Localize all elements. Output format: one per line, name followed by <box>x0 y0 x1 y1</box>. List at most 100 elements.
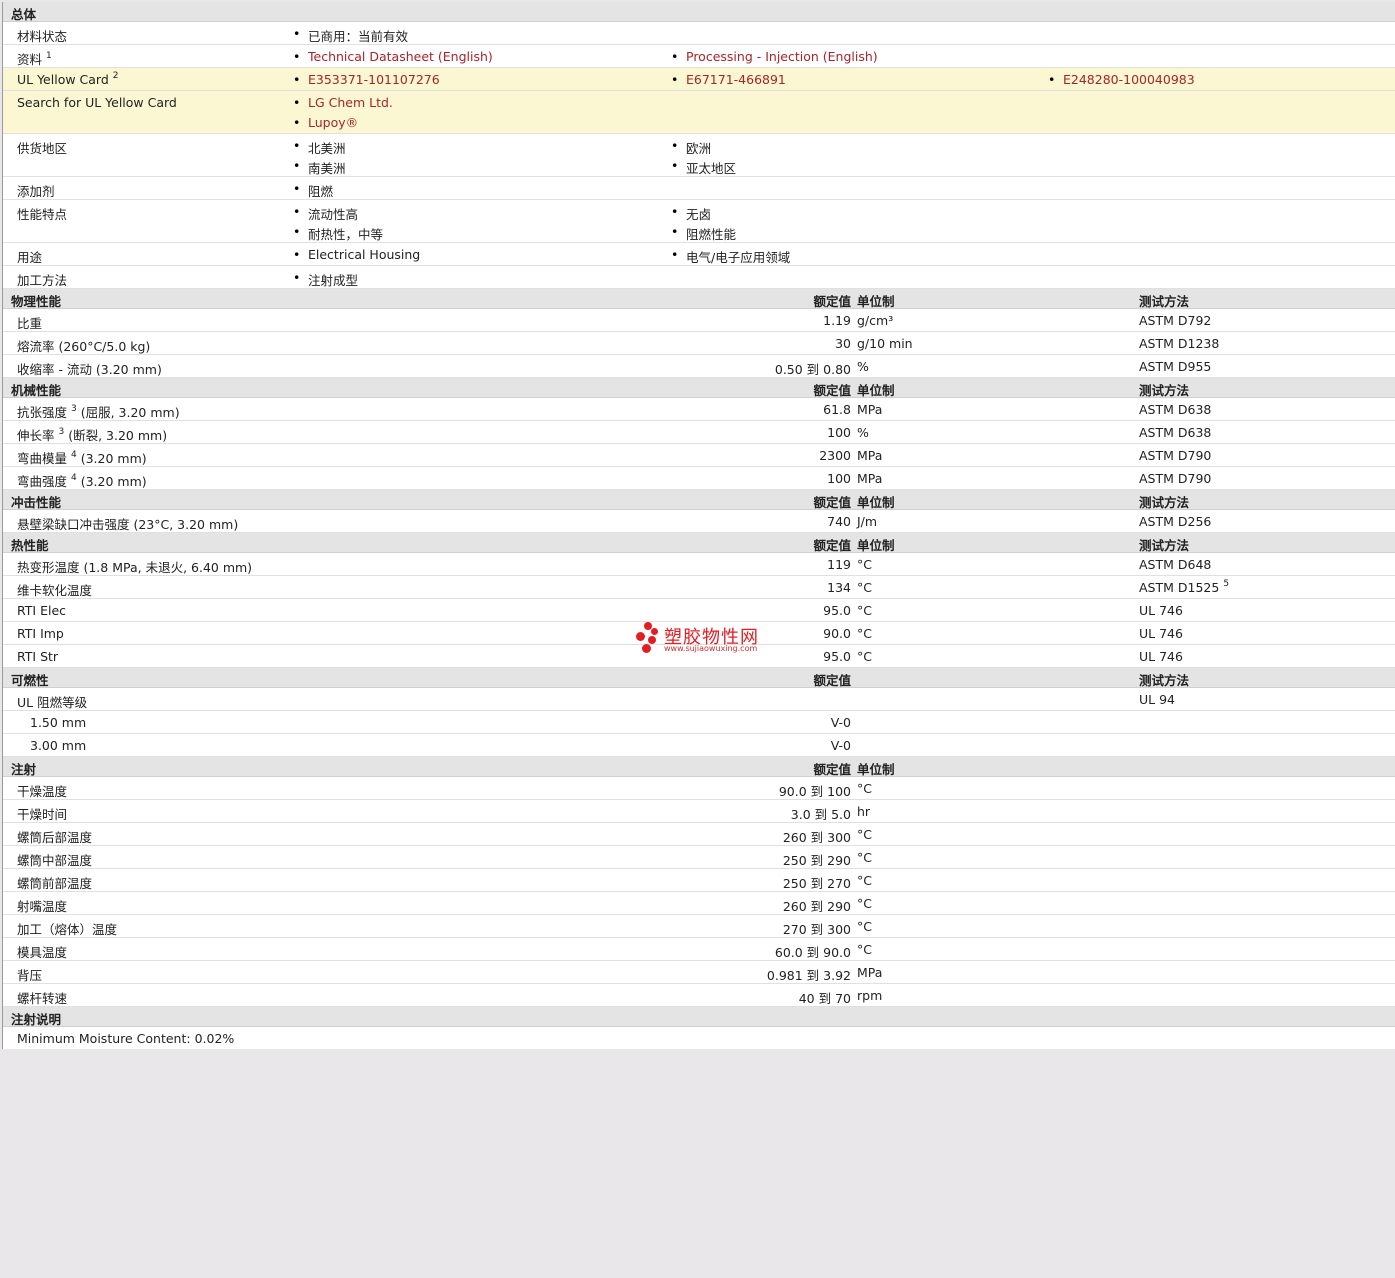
row-search-ul-card: Search for UL Yellow Card LG Chem Ltd. L… <box>3 91 1395 134</box>
feature-item: 阻燃性能 <box>671 224 736 243</box>
table-row: 干燥时间 3.0 到 5.0 hr <box>3 800 1395 823</box>
table-row: 抗张强度 3 (屈服, 3.20 mm) 61.8 MPa ASTM D638 <box>3 398 1395 421</box>
section-title: 物理性能 <box>11 294 62 309</box>
property-label: 螺筒中部温度 <box>17 853 93 868</box>
section-title: 注射说明 <box>11 1012 62 1027</box>
table-row: 加工（熔体）温度 270 到 300 °C <box>3 915 1395 938</box>
row-label: UL Yellow Card 2 <box>17 71 119 88</box>
section-injection-notes: 注射说明 <box>3 1007 1395 1027</box>
property-label: RTI Imp <box>17 626 64 641</box>
property-value: 95.0 <box>823 603 851 618</box>
notes-text: Minimum Moisture Content: 0.02% <box>17 1031 235 1046</box>
property-unit: MPa <box>857 965 883 980</box>
row-label: Search for UL Yellow Card <box>17 95 177 110</box>
use-item: 电气/电子应用领域 <box>671 247 790 266</box>
property-unit: g/10 min <box>857 336 913 351</box>
property-value: 119 <box>827 557 851 572</box>
watermark-logo: 塑胶物性网 www.sujiaowuxing.com <box>634 622 774 658</box>
footnote-ref: 4 <box>71 450 77 460</box>
feature-item: 流动性高 <box>293 204 358 223</box>
header-method: 测试方法 <box>1139 495 1190 510</box>
table-row: 伸长率 3 (断裂, 3.20 mm) 100 % ASTM D638 <box>3 421 1395 444</box>
ul-card-link[interactable]: E353371-101107276 <box>293 72 440 87</box>
row-label: 加工方法 <box>17 273 68 288</box>
section-flammability: 可燃性 额定值 测试方法 <box>3 668 1395 688</box>
property-value: V-0 <box>830 738 851 753</box>
table-row: UL 阻燃等级 UL 94 <box>3 688 1395 711</box>
property-value: 740 <box>827 514 851 529</box>
table-row: 射嘴温度 260 到 290 °C <box>3 892 1395 915</box>
table-row: 1.50 mm V-0 <box>3 711 1395 734</box>
search-link-lupoy[interactable]: Lupoy® <box>293 115 358 130</box>
test-method: ASTM D256 <box>1139 514 1212 529</box>
row-label: 性能特点 <box>17 207 68 222</box>
property-label: 弯曲强度 4 (3.20 mm) <box>17 473 147 490</box>
header-method: 测试方法 <box>1139 383 1190 398</box>
table-row: 热变形温度 (1.8 MPa, 未退火, 6.40 mm) 119 °C AST… <box>3 553 1395 576</box>
table-row: RTI Elec 95.0 °C UL 746 <box>3 599 1395 622</box>
ul-card-link[interactable]: E67171-466891 <box>671 72 786 87</box>
header-unit: 单位制 <box>857 383 895 398</box>
property-unit: °C <box>857 557 872 572</box>
ul-card-link[interactable]: E248280-100040983 <box>1048 72 1195 87</box>
test-method: ASTM D648 <box>1139 557 1212 572</box>
property-unit: °C <box>857 896 872 911</box>
row-label: 资料 1 <box>17 51 52 68</box>
additive-item: 阻燃 <box>293 181 333 200</box>
doc-link-processing-injection[interactable]: Processing - Injection (English) <box>671 49 878 64</box>
header-method: 测试方法 <box>1139 673 1190 688</box>
logo-dots-icon <box>634 622 660 656</box>
section-title: 冲击性能 <box>11 495 62 510</box>
row-documents: 资料 1 Technical Datasheet (English) Proce… <box>3 45 1395 68</box>
property-value: 60.0 到 90.0 <box>774 945 851 960</box>
property-value: V-0 <box>830 715 851 730</box>
row-uses: 用途 Electrical Housing 电气/电子应用领域 <box>3 243 1395 266</box>
row-material-status: 材料状态 已商用：当前有效 <box>3 22 1395 45</box>
property-value: 0.50 到 0.80 <box>774 362 851 377</box>
property-label: 射嘴温度 <box>17 899 68 914</box>
row-ul-yellow-card: UL Yellow Card 2 E353371-101107276 E6717… <box>3 68 1395 91</box>
property-unit: °C <box>857 850 872 865</box>
table-row: 螺筒后部温度 260 到 300 °C <box>3 823 1395 846</box>
table-row: 维卡软化温度 134 °C ASTM D1525 5 <box>3 576 1395 599</box>
property-unit: MPa <box>857 402 883 417</box>
property-label: RTI Str <box>17 649 59 664</box>
property-value: 2300 <box>819 448 851 463</box>
test-method: ASTM D790 <box>1139 471 1212 486</box>
region-item: 亚太地区 <box>671 158 736 177</box>
table-row: 螺筒中部温度 250 到 290 °C <box>3 846 1395 869</box>
section-title: 注射 <box>11 762 37 777</box>
property-value: 30 <box>835 336 851 351</box>
property-value: 0.981 到 3.92 <box>766 968 851 983</box>
test-method: UL 746 <box>1139 603 1183 618</box>
section-impact: 冲击性能 额定值 单位制 测试方法 <box>3 490 1395 510</box>
property-value: 260 到 300 <box>782 830 851 845</box>
doc-link-technical-datasheet[interactable]: Technical Datasheet (English) <box>293 49 493 64</box>
section-mechanical: 机械性能 额定值 单位制 测试方法 <box>3 378 1395 398</box>
property-unit: °C <box>857 580 872 595</box>
region-item: 欧洲 <box>671 138 711 157</box>
table-row: 悬壁梁缺口冲击强度 (23°C, 3.20 mm) 740 J/m ASTM D… <box>3 510 1395 533</box>
property-label: UL 阻燃等级 <box>17 695 88 710</box>
property-value: 95.0 <box>823 649 851 664</box>
property-label: 收缩率 - 流动 (3.20 mm) <box>17 362 162 377</box>
property-unit: °C <box>857 827 872 842</box>
table-row: 螺杆转速 40 到 70 rpm <box>3 984 1395 1007</box>
header-unit: 单位制 <box>857 495 895 510</box>
table-row: 收缩率 - 流动 (3.20 mm) 0.50 到 0.80 % ASTM D9… <box>3 355 1395 378</box>
header-unit: 单位制 <box>857 294 895 309</box>
property-unit: °C <box>857 919 872 934</box>
section-physical: 物理性能 额定值 单位制 测试方法 <box>3 289 1395 309</box>
property-value: 1.19 <box>823 313 851 328</box>
property-value: 40 到 70 <box>798 991 851 1006</box>
search-link-lg-chem[interactable]: LG Chem Ltd. <box>293 95 393 110</box>
section-thermal: 热性能 额定值 单位制 测试方法 <box>3 533 1395 553</box>
footnote-ref: 2 <box>112 71 119 81</box>
property-value: 3.0 到 5.0 <box>790 807 851 822</box>
table-row: 螺筒前部温度 250 到 270 °C <box>3 869 1395 892</box>
watermark-url: www.sujiaowuxing.com <box>664 644 758 653</box>
footnote-ref: 4 <box>71 473 77 483</box>
status-value: 已商用：当前有效 <box>293 26 408 45</box>
region-item: 南美洲 <box>293 158 346 177</box>
use-item: Electrical Housing <box>293 247 420 262</box>
